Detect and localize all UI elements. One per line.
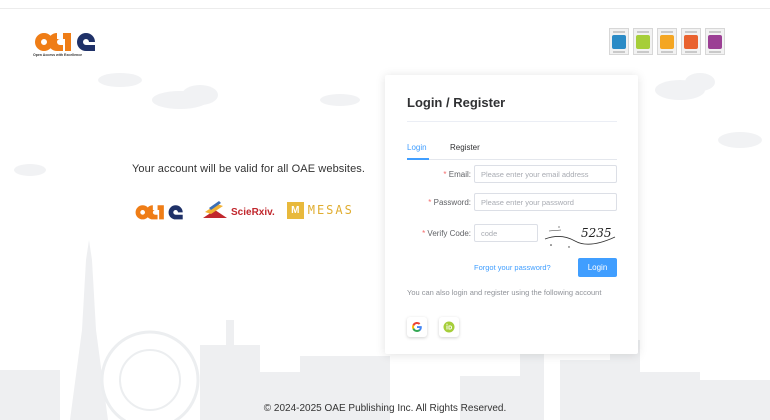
password-label-text: Password: — [433, 198, 471, 207]
account-valid-text: Your account will be valid for all OAE w… — [132, 163, 366, 175]
sciexiv-book-icon — [203, 201, 227, 218]
oae-logo[interactable]: Open Access with Excellence — [33, 26, 113, 60]
verify-row: * Verify Code: 5235 — [407, 224, 617, 248]
footer-copyright: © 2024-2025 OAE Publishing Inc. All Righ… — [263, 403, 507, 414]
login-card: Login / Register Login Register * Email:… — [385, 75, 638, 354]
mesas-label: MESAS — [307, 203, 354, 217]
alt-login-text: You can also login and register using th… — [407, 288, 602, 297]
captcha-text: 5235 — [581, 226, 612, 240]
email-label-text: Email: — [448, 170, 471, 179]
required-mark: * — [428, 198, 432, 207]
password-row: * Password: — [407, 193, 617, 211]
sciexiv-partner-logo[interactable]: ScieRxiv. — [201, 200, 275, 220]
google-login-button[interactable] — [407, 317, 427, 337]
forgot-password-link[interactable]: Forgot your password? — [474, 263, 551, 272]
oae-partner-logo[interactable] — [134, 199, 189, 221]
sciexiv-label: ScieRxiv. — [231, 207, 275, 218]
download-badge-icon[interactable] — [657, 28, 677, 55]
verify-code-field[interactable] — [474, 224, 538, 242]
auth-tabs: Login Register — [407, 140, 617, 160]
google-icon — [412, 322, 422, 332]
captcha-image[interactable]: 5235 — [541, 221, 619, 251]
orcid-login-button[interactable] — [439, 317, 459, 337]
verify-label: * Verify Code: — [422, 229, 471, 238]
mesas-icon: M — [286, 201, 304, 219]
card-divider — [407, 121, 617, 122]
required-mark: * — [443, 170, 447, 179]
tab-register[interactable]: Register — [450, 143, 480, 152]
partner-logos: ScieRxiv. M MESAS — [134, 199, 354, 221]
password-field[interactable] — [474, 193, 617, 211]
oae-logo-icon — [35, 33, 95, 51]
email-row: * Email: — [407, 165, 617, 183]
email-field[interactable] — [474, 165, 617, 183]
login-button[interactable]: Login — [578, 258, 617, 277]
orcid-icon — [443, 321, 455, 333]
verify-label-text: Verify Code: — [427, 229, 471, 238]
tab-login[interactable]: Login — [407, 143, 427, 152]
password-label: * Password: — [428, 198, 471, 207]
logo-tagline: Open Access with Excellence — [33, 53, 83, 57]
fingerprint-badge-icon[interactable] — [609, 28, 629, 55]
card-title: Login / Register — [407, 95, 506, 110]
puzzle-badge-icon[interactable] — [681, 28, 701, 55]
refresh-badge-icon[interactable] — [705, 28, 725, 55]
email-label: * Email: — [443, 170, 471, 179]
mesas-partner-logo[interactable]: M MESAS — [286, 201, 354, 219]
required-mark: * — [422, 229, 426, 238]
active-tab-indicator — [407, 158, 429, 160]
indexing-badges — [609, 28, 725, 55]
orcid-id-badge-icon[interactable] — [633, 28, 653, 55]
